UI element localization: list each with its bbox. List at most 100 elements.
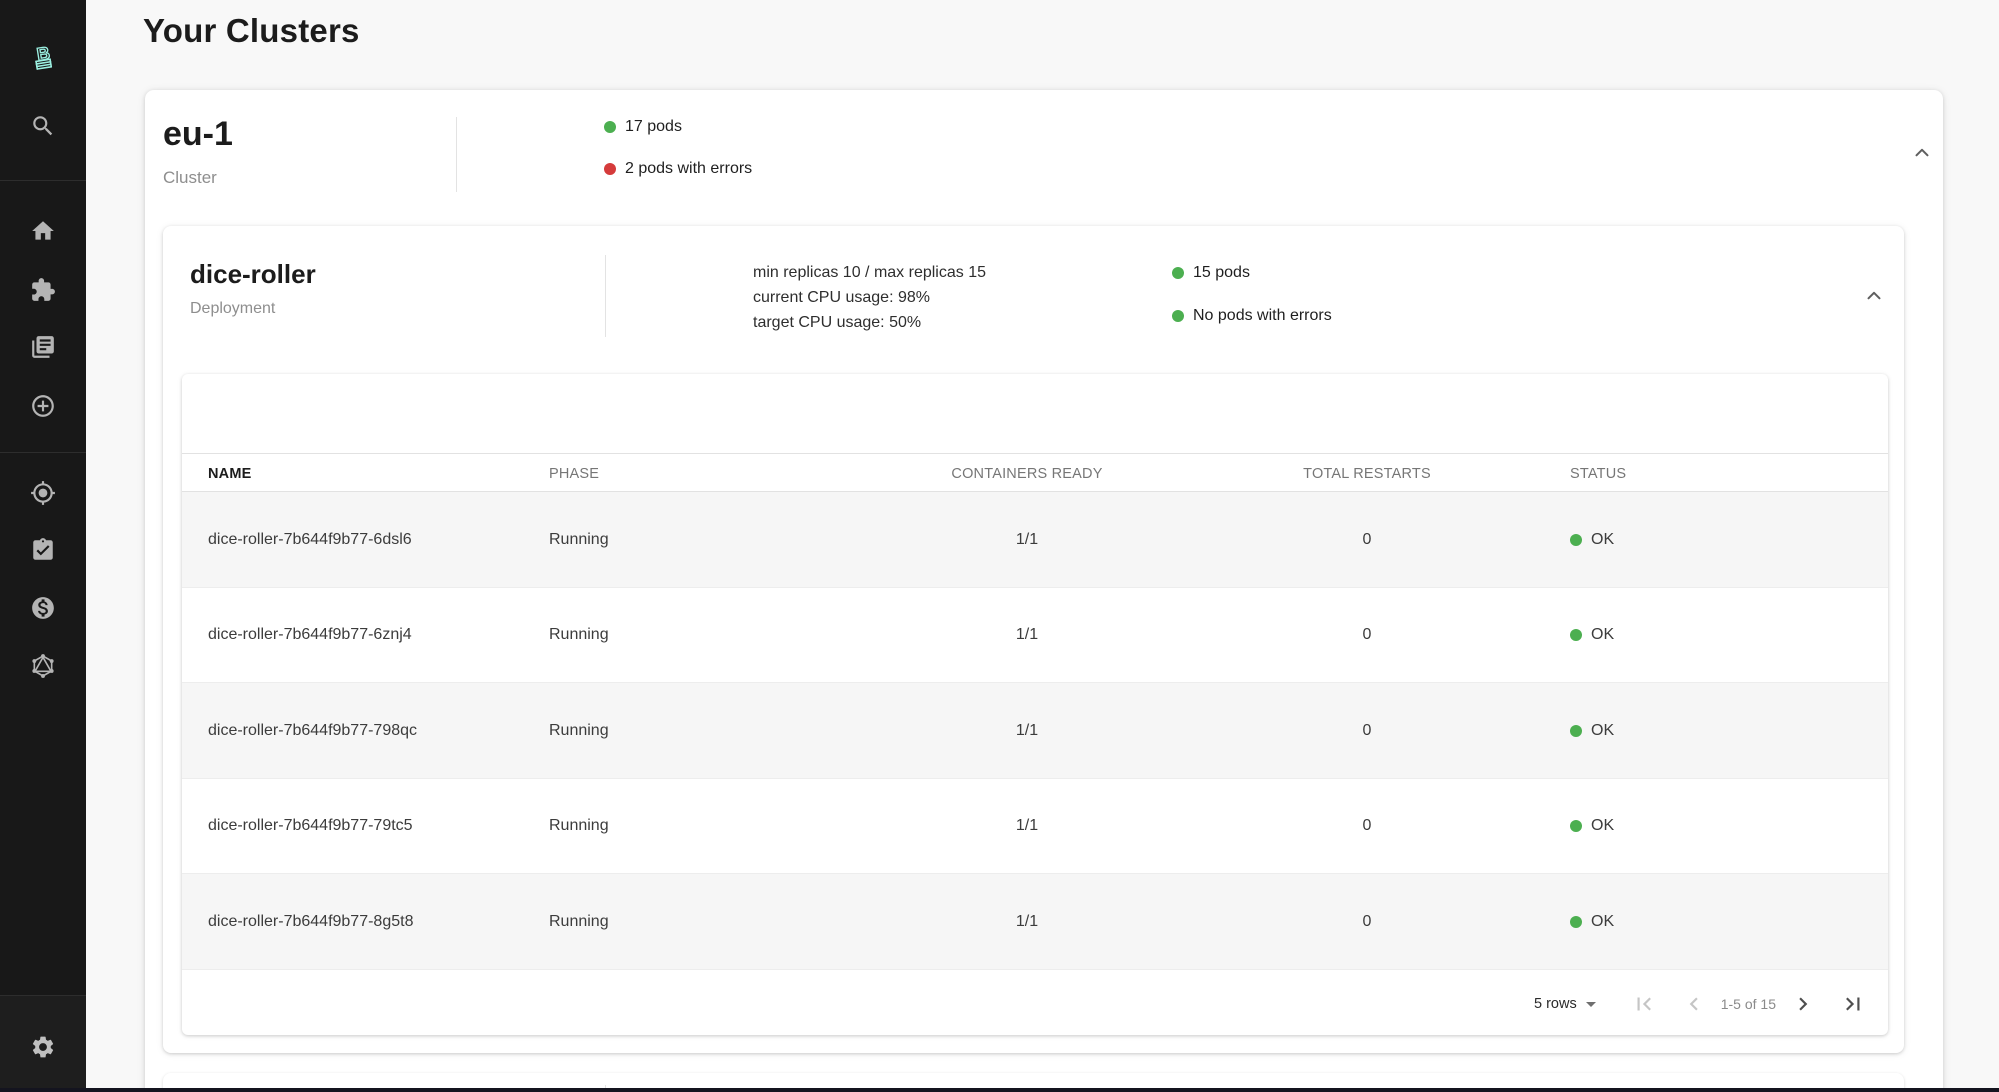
pod-status-label: OK <box>1591 721 1615 739</box>
red-status-dot <box>604 163 616 175</box>
cost-dollar-icon[interactable] <box>30 595 56 621</box>
pod-status-label: OK <box>1591 912 1615 930</box>
stat-current-cpu: current CPU usage: 98% <box>753 289 930 306</box>
next-page-button[interactable] <box>1790 991 1816 1017</box>
pod-phase-cell: Running <box>549 530 609 548</box>
search-icon[interactable] <box>30 113 56 139</box>
graphql-icon[interactable] <box>30 653 56 679</box>
pod-restarts-cell: 0 <box>1362 912 1372 930</box>
backstage-logo-icon[interactable]: B <box>26 40 60 74</box>
cluster-card: eu-1 Cluster 17 pods 2 pods with errors … <box>145 90 1943 1092</box>
cluster-pods-ok-label: 17 pods <box>625 118 682 135</box>
pod-name-cell: dice-roller-7b644f9b77-798qc <box>208 721 418 739</box>
docs-library-icon[interactable] <box>30 334 56 360</box>
green-status-dot <box>1570 724 1582 737</box>
pod-ready-cell: 1/1 <box>1015 721 1039 739</box>
deployment-stats: min replicas 10 / max replicas 15 curren… <box>753 260 986 335</box>
last-page-button[interactable] <box>1840 991 1866 1017</box>
tech-radar-target-icon[interactable] <box>30 480 56 506</box>
column-header-phase[interactable]: PHASE <box>549 454 599 493</box>
deployment-type-label: Deployment <box>190 300 276 317</box>
rows-per-page-value: 5 rows <box>1534 996 1577 1012</box>
green-status-dot <box>604 121 616 133</box>
pod-status-cell: OK <box>1570 588 1614 684</box>
sidebar: B <box>0 0 86 1092</box>
cluster-pods-ok: 17 pods <box>604 118 682 136</box>
rows-per-page-select[interactable]: 5 rows <box>1534 992 1603 1016</box>
table-row: dice-roller-7b644f9b77-6dsl6 Running 1/1… <box>182 492 1888 588</box>
home-icon[interactable] <box>30 218 56 244</box>
pod-status-label: OK <box>1591 817 1615 835</box>
green-status-dot <box>1570 533 1582 546</box>
table-row: dice-roller-7b644f9b77-798qc Running 1/1… <box>182 683 1888 779</box>
pod-status-cell: OK <box>1570 492 1614 588</box>
column-header-status[interactable]: STATUS <box>1570 454 1626 493</box>
window-bottom-edge <box>0 1088 1999 1092</box>
settings-gear-icon[interactable] <box>30 1034 56 1060</box>
pod-restarts-cell: 0 <box>1362 721 1372 739</box>
green-status-dot <box>1172 310 1184 322</box>
green-status-dot <box>1570 629 1582 642</box>
table-pagination: 5 rows 1-5 of 15 <box>1534 978 1866 1030</box>
deployment-pods-no-errors: No pods with errors <box>1172 307 1332 325</box>
table-row: dice-roller-7b644f9b77-6znj4 Running 1/1… <box>182 587 1888 684</box>
sidebar-divider <box>0 180 86 181</box>
header-divider <box>605 255 606 337</box>
pod-status-cell: OK <box>1570 683 1614 779</box>
pod-ready-cell: 1/1 <box>1015 912 1039 930</box>
stat-target-cpu: target CPU usage: 50% <box>753 314 922 331</box>
pod-phase-cell: Running <box>549 626 609 644</box>
app-window: B Your Clusters eu-1 Cluster 17 pods 2 p… <box>0 0 1999 1092</box>
pods-table-card: NAME PHASE CONTAINERS READY TOTAL RESTAR… <box>182 374 1888 1035</box>
column-header-containers-ready[interactable]: CONTAINERS READY <box>927 454 1127 493</box>
pagination-range-label: 1-5 of 15 <box>1720 996 1776 1012</box>
deployment-name: dice-roller <box>190 259 316 289</box>
pod-name-cell: dice-roller-7b644f9b77-6znj4 <box>208 626 412 644</box>
sidebar-divider <box>0 995 86 996</box>
extension-puzzle-icon[interactable] <box>30 277 56 303</box>
table-header-row: NAME PHASE CONTAINERS READY TOTAL RESTAR… <box>182 453 1888 492</box>
green-status-dot <box>1570 915 1582 928</box>
table-body: dice-roller-7b644f9b77-6dsl6 Running 1/1… <box>182 492 1888 970</box>
table-row: dice-roller-7b644f9b77-8g5t8 Running 1/1… <box>182 874 1888 970</box>
pod-ready-cell: 1/1 <box>1015 530 1039 548</box>
pod-ready-cell: 1/1 <box>1015 626 1039 644</box>
column-header-total-restarts[interactable]: TOTAL RESTARTS <box>1267 454 1467 493</box>
pod-status-cell: OK <box>1570 874 1614 970</box>
green-status-dot <box>1570 820 1582 833</box>
table-row: dice-roller-7b644f9b77-79tc5 Running 1/1… <box>182 778 1888 875</box>
sidebar-divider <box>0 452 86 453</box>
previous-page-button[interactable] <box>1681 991 1707 1017</box>
cluster-collapse-chevron-up-icon[interactable] <box>1911 142 1933 164</box>
deployment-pods-ok-label: 15 pods <box>1193 264 1250 281</box>
pod-restarts-cell: 0 <box>1362 817 1372 835</box>
deployment-pods-ok: 15 pods <box>1172 264 1250 282</box>
stat-replicas: min replicas 10 / max replicas 15 <box>753 264 986 281</box>
pod-name-cell: dice-roller-7b644f9b77-6dsl6 <box>208 530 412 548</box>
column-header-name[interactable]: NAME <box>208 454 252 493</box>
pod-phase-cell: Running <box>549 912 609 930</box>
cluster-name: eu-1 <box>163 115 233 153</box>
dropdown-caret-icon <box>1579 992 1603 1016</box>
cluster-pods-errors-label: 2 pods with errors <box>625 160 753 177</box>
pod-status-label: OK <box>1591 530 1615 548</box>
header-divider <box>456 117 457 192</box>
deployment-collapse-chevron-up-icon[interactable] <box>1863 285 1885 307</box>
pod-ready-cell: 1/1 <box>1015 817 1039 835</box>
cluster-type-label: Cluster <box>163 168 217 187</box>
deployment-card: dice-roller Deployment min replicas 10 /… <box>163 226 1904 1053</box>
pod-phase-cell: Running <box>549 817 609 835</box>
cluster-pods-errors: 2 pods with errors <box>604 160 752 178</box>
add-circle-icon[interactable] <box>30 393 56 419</box>
pod-status-cell: OK <box>1570 779 1614 875</box>
page-title: Your Clusters <box>143 12 360 49</box>
pod-phase-cell: Running <box>549 721 609 739</box>
first-page-button[interactable] <box>1631 991 1657 1017</box>
deployment-pods-no-errors-label: No pods with errors <box>1193 307 1332 324</box>
pod-restarts-cell: 0 <box>1362 530 1372 548</box>
pod-name-cell: dice-roller-7b644f9b77-79tc5 <box>208 817 413 835</box>
green-status-dot <box>1172 267 1184 279</box>
pod-restarts-cell: 0 <box>1362 626 1372 644</box>
pod-status-label: OK <box>1591 626 1615 644</box>
clipboard-check-icon[interactable] <box>30 537 56 563</box>
